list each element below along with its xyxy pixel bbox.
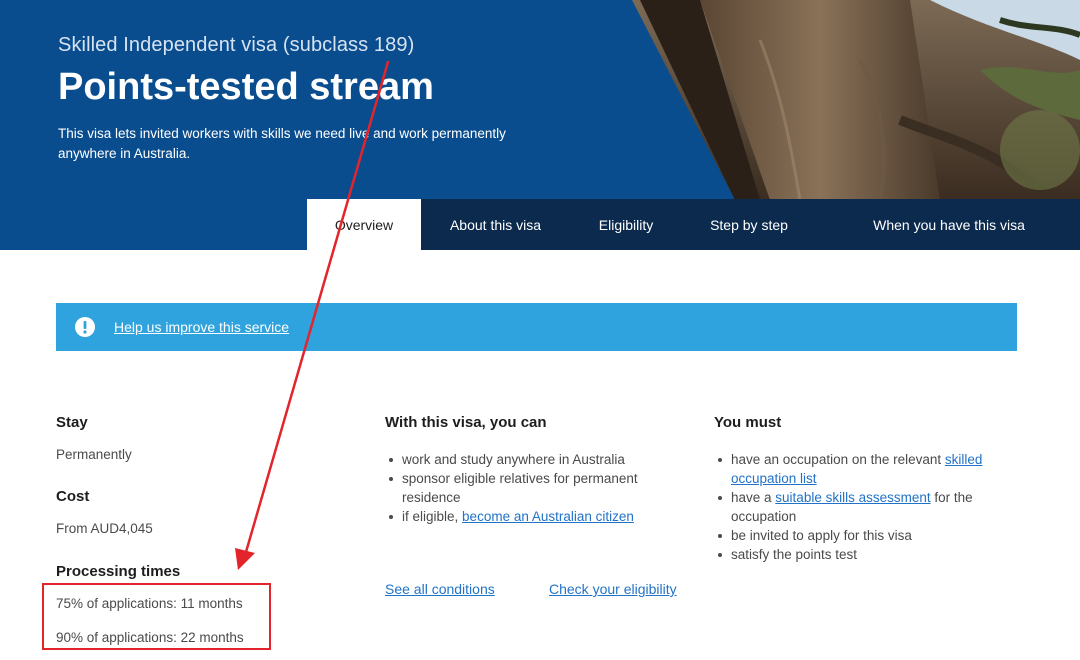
tab-eligibility[interactable]: Eligibility — [570, 199, 682, 250]
list-item: satisfy the points test — [714, 545, 999, 564]
skills-assessment-link[interactable]: suitable skills assessment — [775, 490, 930, 505]
processing-time-75: 75% of applications: 11 months — [56, 596, 243, 611]
visa-tabs: Overview About this visa Eligibility Ste… — [307, 199, 1080, 250]
check-eligibility-link[interactable]: Check your eligibility — [549, 581, 677, 597]
stay-value: Permanently — [56, 447, 132, 462]
list-item: if eligible, become an Australian citize… — [385, 507, 655, 526]
stay-heading: Stay — [56, 414, 88, 431]
visa-subclass-subtitle: Skilled Independent visa (subclass 189) — [58, 34, 415, 56]
visa-description: This visa lets invited workers with skil… — [58, 126, 506, 161]
improve-service-link[interactable]: Help us improve this service — [114, 319, 289, 335]
list-item: be invited to apply for this visa — [714, 526, 999, 545]
feedback-banner: Help us improve this service — [56, 303, 1017, 351]
with-this-visa-heading: With this visa, you can — [385, 414, 547, 431]
cost-value: From AUD4,045 — [56, 521, 153, 536]
tab-step-by-step[interactable]: Step by step — [682, 199, 816, 250]
requirements-list: have an occupation on the relevant skill… — [714, 450, 999, 564]
exclamation-circle-icon — [75, 317, 95, 337]
list-item: have a suitable skills assessment for th… — [714, 488, 999, 526]
processing-time-90: 90% of applications: 22 months — [56, 630, 244, 645]
become-citizen-link[interactable]: become an Australian citizen — [462, 509, 634, 524]
you-must-heading: You must — [714, 414, 782, 431]
visa-benefits-list: work and study anywhere in Australia spo… — [385, 450, 655, 526]
cost-heading: Cost — [56, 488, 90, 505]
list-item: sponsor eligible relatives for permanent… — [385, 469, 655, 507]
page-title: Points-tested stream — [58, 66, 434, 108]
tab-when-you-have-this-visa[interactable]: When you have this visa — [816, 199, 1080, 250]
tab-overview[interactable]: Overview — [307, 199, 421, 250]
see-all-conditions-link[interactable]: See all conditions — [385, 581, 495, 597]
list-item: have an occupation on the relevant skill… — [714, 450, 999, 488]
list-item: work and study anywhere in Australia — [385, 450, 655, 469]
processing-times-heading: Processing times — [56, 563, 181, 580]
tab-about-this-visa[interactable]: About this visa — [421, 199, 570, 250]
